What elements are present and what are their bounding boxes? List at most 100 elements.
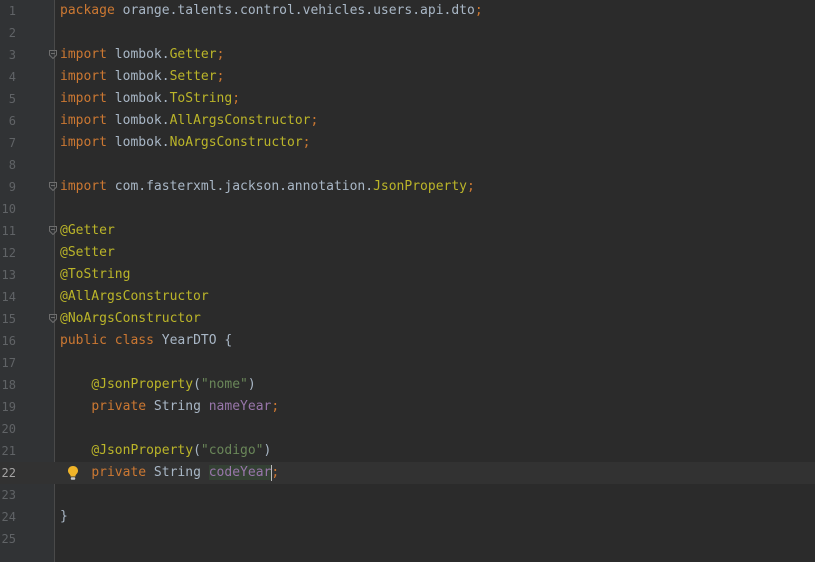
line-number: 10 xyxy=(1,202,16,216)
code-token: private xyxy=(91,399,147,414)
line-code[interactable]: import lombok.NoArgsConstructor; xyxy=(60,132,310,154)
code-token: ( xyxy=(193,377,201,392)
line-number: 9 xyxy=(8,180,16,194)
line-code[interactable]: } xyxy=(60,506,68,528)
code-token: NoArgsConstructor xyxy=(169,135,303,150)
code-token: String xyxy=(146,465,209,480)
code-token: } xyxy=(60,509,68,524)
code-token: "codigo" xyxy=(200,443,264,458)
line-code[interactable]: @JsonProperty("codigo") xyxy=(60,440,271,462)
code-line[interactable]: 14 @AllArgsConstructor xyxy=(0,286,815,308)
code-token: JsonProperty xyxy=(373,179,467,194)
line-number: 11 xyxy=(1,224,16,238)
code-line[interactable]: 19 private String nameYear; xyxy=(0,396,815,418)
line-number: 25 xyxy=(1,532,16,546)
code-token: ; xyxy=(302,135,311,150)
code-token: private xyxy=(91,465,147,480)
code-token: Setter xyxy=(169,69,217,84)
code-editor[interactable]: 1 package orange.talents.control.vehicles… xyxy=(0,0,815,562)
line-code[interactable]: import lombok.ToString; xyxy=(60,88,240,110)
code-line[interactable]: 23 xyxy=(0,484,815,506)
code-line[interactable]: 8 xyxy=(0,154,815,176)
line-code[interactable]: import lombok.Setter; xyxy=(60,66,224,88)
line-number: 3 xyxy=(8,48,16,62)
code-token: class xyxy=(114,333,154,348)
code-line[interactable]: 1 package orange.talents.control.vehicles… xyxy=(0,0,815,22)
fold-marker-icon[interactable] xyxy=(49,314,57,323)
code-line[interactable]: 22 private String codeYear; xyxy=(0,462,815,484)
line-number: 15 xyxy=(1,312,16,326)
line-code[interactable]: import lombok.AllArgsConstructor; xyxy=(60,110,318,132)
code-token: @JsonProperty xyxy=(91,377,194,392)
line-code[interactable]: @Getter xyxy=(60,220,115,242)
code-line[interactable]: 15 @NoArgsConstructor xyxy=(0,308,815,330)
code-token: @Setter xyxy=(60,245,115,260)
code-line[interactable]: 25 xyxy=(0,528,815,550)
line-code[interactable]: @Setter xyxy=(60,242,115,264)
line-code[interactable]: private String nameYear; xyxy=(60,396,279,418)
code-line[interactable]: 7 import lombok.NoArgsConstructor; xyxy=(0,132,815,154)
code-token: import xyxy=(60,179,107,194)
code-token: ; xyxy=(232,91,241,106)
code-token: com.fasterxml.jackson.annotation. xyxy=(106,179,374,194)
code-token: import xyxy=(60,91,107,106)
code-token: import xyxy=(60,69,107,84)
code-line[interactable]: 21 @JsonProperty("codigo") xyxy=(0,440,815,462)
line-code[interactable]: @NoArgsConstructor xyxy=(60,308,201,330)
code-line[interactable]: 16 public class YearDTO { xyxy=(0,330,815,352)
line-number: 22 xyxy=(1,466,16,480)
line-code[interactable]: public class YearDTO { xyxy=(60,330,232,352)
line-number: 1 xyxy=(8,4,16,18)
code-token: package xyxy=(60,3,115,18)
fold-marker-icon[interactable] xyxy=(49,226,57,235)
code-token: import xyxy=(60,113,107,128)
code-line[interactable]: 10 xyxy=(0,198,815,220)
code-line[interactable]: 6 import lombok.AllArgsConstructor; xyxy=(0,110,815,132)
code-token: ToString xyxy=(169,91,233,106)
code-token: lombok. xyxy=(106,47,170,62)
code-line[interactable]: 12 @Setter xyxy=(0,242,815,264)
code-token: ; xyxy=(271,465,280,480)
code-token: orange.talents.control.vehicles.users.ap… xyxy=(114,3,475,18)
code-line[interactable]: 11 @Getter xyxy=(0,220,815,242)
code-token: @JsonProperty xyxy=(91,443,194,458)
code-token: import xyxy=(60,135,107,150)
line-code[interactable]: package orange.talents.control.vehicles.… xyxy=(60,0,483,22)
code-line[interactable]: 17 xyxy=(0,352,815,374)
code-line[interactable]: 20 xyxy=(0,418,815,440)
code-line[interactable]: 5 import lombok.ToString; xyxy=(0,88,815,110)
code-token: ; xyxy=(216,47,225,62)
code-line[interactable]: 9 import com.fasterxml.jackson.annotation… xyxy=(0,176,815,198)
line-code[interactable]: private String codeYear; xyxy=(60,462,279,484)
code-line[interactable]: 2 xyxy=(0,22,815,44)
code-token: import xyxy=(60,47,107,62)
line-code[interactable]: import lombok.Getter; xyxy=(60,44,224,66)
code-line[interactable]: 24} xyxy=(0,506,815,528)
code-token: String xyxy=(146,399,209,414)
code-line[interactable]: 3 import lombok.Getter; xyxy=(0,44,815,66)
code-token: Getter xyxy=(169,47,217,62)
line-code[interactable]: @ToString xyxy=(60,264,130,286)
line-code[interactable]: import com.fasterxml.jackson.annotation.… xyxy=(60,176,475,198)
code-line[interactable]: 18 @JsonProperty("nome") xyxy=(0,374,815,396)
code-token: nameYear xyxy=(208,399,272,414)
code-line[interactable]: 13 @ToString xyxy=(0,264,815,286)
line-number: 20 xyxy=(1,422,16,436)
code-token: "nome" xyxy=(200,377,248,392)
line-number: 18 xyxy=(1,378,16,392)
code-token: lombok. xyxy=(106,91,170,106)
line-code[interactable]: @JsonProperty("nome") xyxy=(60,374,255,396)
code-token: lombok. xyxy=(106,69,170,84)
code-token: ; xyxy=(310,113,319,128)
code-line[interactable]: 4 import lombok.Setter; xyxy=(0,66,815,88)
line-number: 23 xyxy=(1,488,16,502)
fold-marker-icon[interactable] xyxy=(49,182,57,191)
code-token: lombok. xyxy=(106,135,170,150)
fold-marker-icon[interactable] xyxy=(49,50,57,59)
code-token: ( xyxy=(193,443,201,458)
line-code[interactable]: @AllArgsConstructor xyxy=(60,286,209,308)
code-token: YearDTO { xyxy=(153,333,233,348)
